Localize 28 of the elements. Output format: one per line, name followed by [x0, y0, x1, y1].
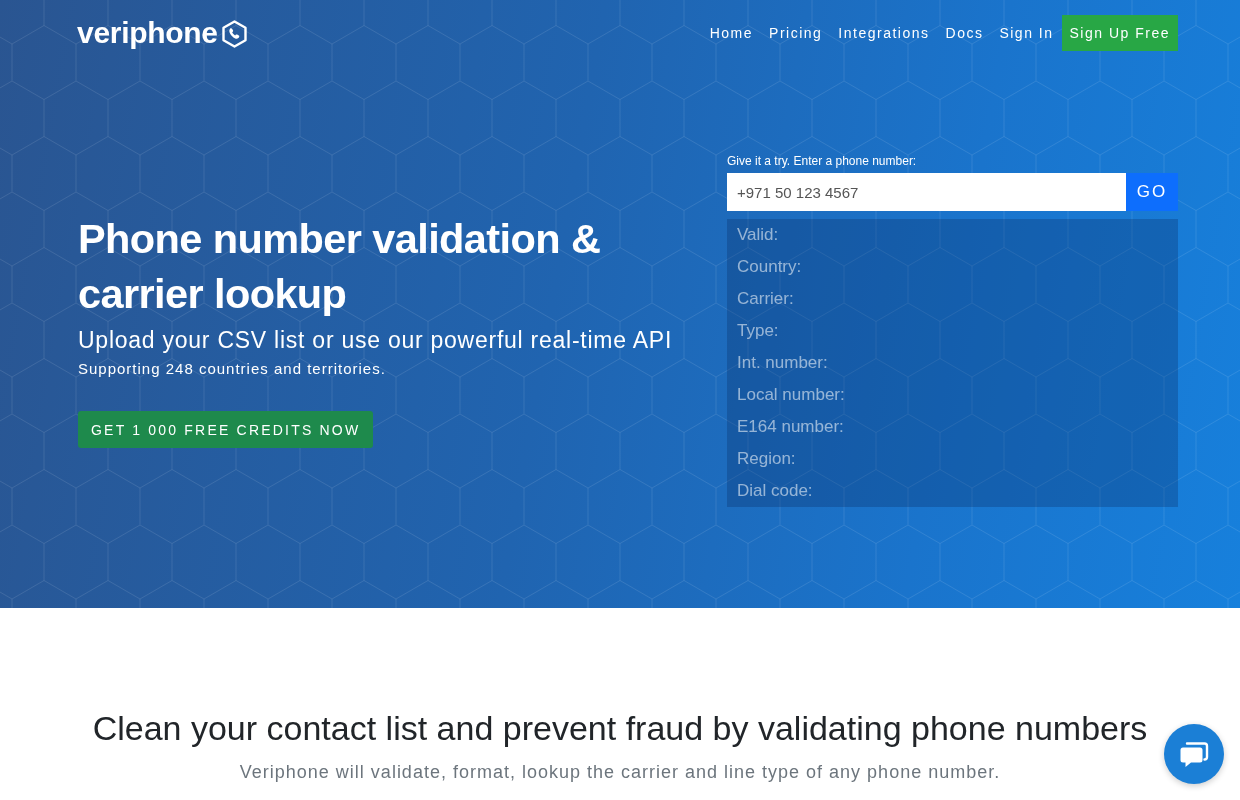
hero-subtitle: Upload your CSV list or use our powerful real-time API — [78, 326, 673, 355]
logo-link[interactable]: veriphone — [77, 16, 247, 50]
result-label: Country: — [736, 256, 803, 278]
phone-input-label: Give it a try. Enter a phone number: — [727, 153, 918, 170]
section-heading: Clean your contact list and prevent fraud by validating phone numbers — [92, 708, 1148, 748]
result-label: Type: — [736, 320, 780, 342]
section-description: Veriphone will validate, format, lookup the carrier and line type of any phone number. — [239, 761, 1001, 784]
nav-link[interactable]: Sign In — [999, 23, 1054, 43]
coverage-note: Supporting 248 countries and territories. — [78, 359, 386, 379]
result-label: Int. number: — [736, 352, 829, 374]
phone-hexagon-icon — [221, 20, 247, 48]
free-credits-button[interactable]: GET 1 000 FREE CREDITS NOW — [78, 411, 374, 448]
chat-button[interactable] — [1164, 724, 1224, 784]
nav-link[interactable]: Docs — [945, 23, 984, 43]
phone-number-field[interactable]: +971 50 123 4567 — [727, 173, 1126, 211]
result-label: E164 number: — [736, 416, 845, 438]
speech-bubbles-icon — [1179, 740, 1209, 768]
nav-link[interactable]: Pricing — [769, 23, 823, 43]
nav-link[interactable]: Home — [709, 23, 754, 43]
result-label: Valid: — [736, 224, 780, 246]
signup-button[interactable]: Sign Up Free — [1061, 15, 1178, 51]
nav-link[interactable]: Integrations — [838, 23, 930, 43]
result-label: Dial code: — [736, 480, 814, 502]
result-label: Region: — [736, 448, 797, 470]
result-label: Carrier: — [736, 288, 795, 310]
go-button[interactable]: GO — [1126, 173, 1178, 211]
hero-title: Phone number validation & carrier lookup — [78, 214, 602, 319]
result-label: Local number: — [736, 384, 846, 406]
